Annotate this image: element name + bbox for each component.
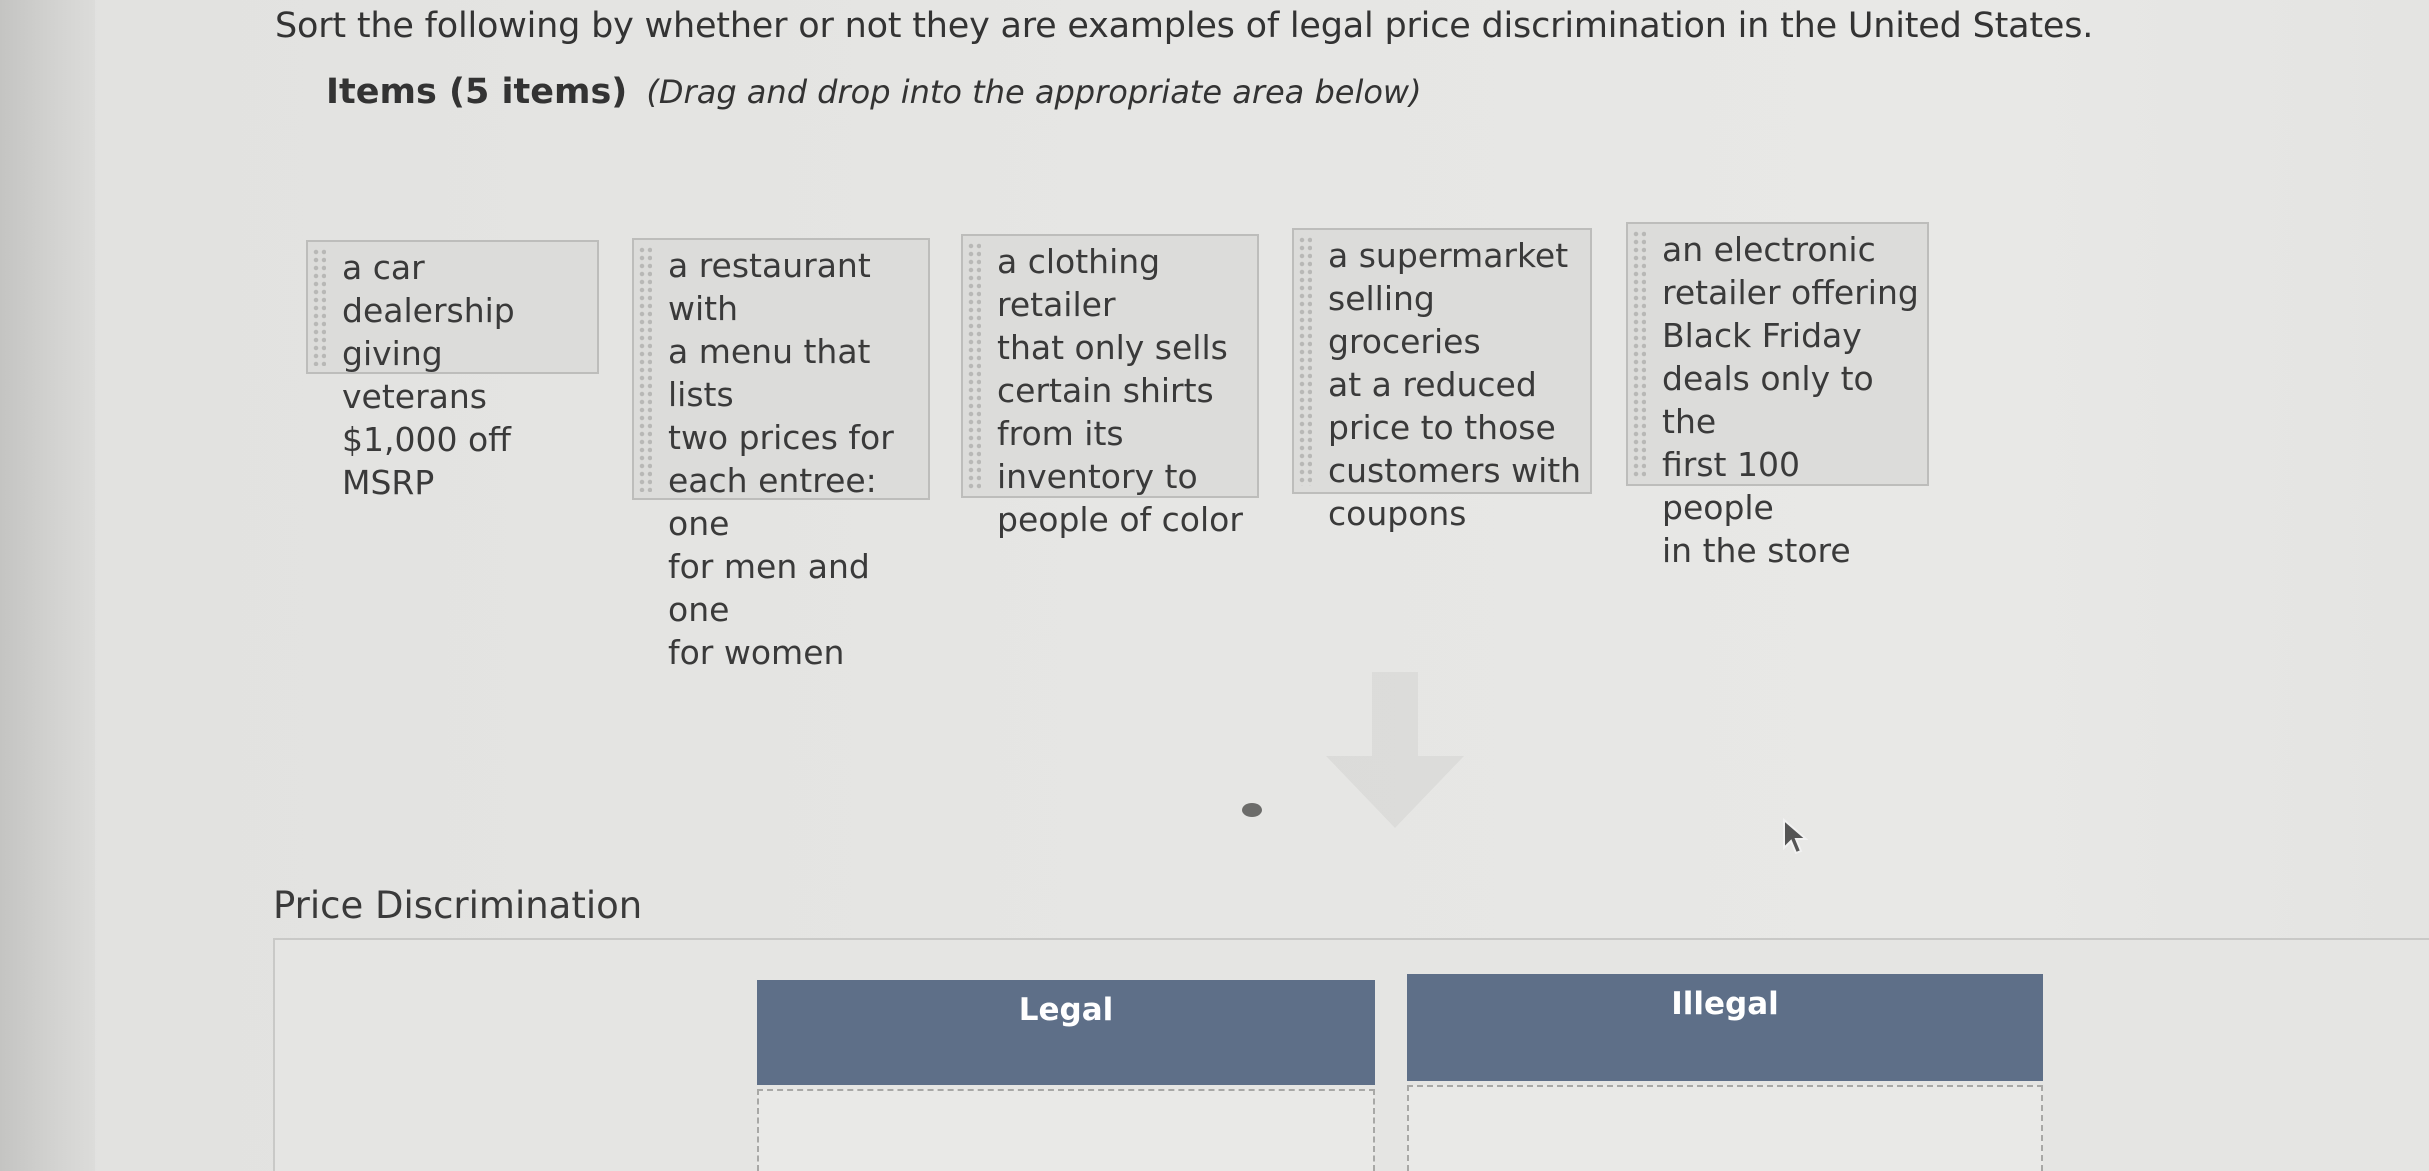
item-card-electronic-retailer[interactable]: an electronic retailer offering Black Fr… bbox=[1626, 222, 1929, 570]
item-card-text: a clothing retailer that only sells cert… bbox=[997, 242, 1243, 539]
drag-handle-icon[interactable] bbox=[638, 246, 652, 492]
arrow-down-icon bbox=[1326, 672, 1464, 828]
bucket-dropzone-illegal[interactable] bbox=[1407, 1085, 2043, 1171]
bucket-header-legal: Legal bbox=[757, 980, 1375, 1085]
item-card-restaurant[interactable]: a restaurant with a menu that lists two … bbox=[632, 238, 930, 672]
drop-section-title: Price Discrimination bbox=[273, 884, 643, 927]
items-count-label: Items (5 items) bbox=[326, 72, 628, 112]
bucket-header-illegal: Illegal bbox=[1407, 974, 2043, 1081]
drag-handle-icon[interactable] bbox=[967, 242, 981, 490]
item-card-text: a supermarket selling groceries at a red… bbox=[1328, 236, 1582, 533]
mouse-cursor-icon bbox=[1783, 818, 1808, 855]
left-margin bbox=[0, 0, 95, 1171]
item-card-text: an electronic retailer offering Black Fr… bbox=[1662, 230, 1919, 570]
bucket-dropzone-legal[interactable] bbox=[757, 1089, 1375, 1171]
item-card-supermarket[interactable]: a supermarket selling groceries at a red… bbox=[1292, 228, 1592, 533]
smudge-mark bbox=[1242, 803, 1262, 817]
items-heading: Items (5 items) (Drag and drop into the … bbox=[326, 72, 1422, 112]
drag-handle-icon[interactable] bbox=[1632, 230, 1646, 478]
item-card-text: a car dealership giving veterans $1,000 … bbox=[342, 248, 515, 502]
item-card-text: a restaurant with a menu that lists two … bbox=[668, 246, 894, 672]
items-instruction: (Drag and drop into the appropriate area… bbox=[646, 73, 1422, 111]
drag-handle-icon[interactable] bbox=[1298, 236, 1312, 486]
item-card-clothing-retailer[interactable]: a clothing retailer that only sells cert… bbox=[961, 234, 1259, 539]
item-card-car-dealership[interactable]: a car dealership giving veterans $1,000 … bbox=[306, 240, 599, 502]
question-text: Sort the following by whether or not the… bbox=[275, 6, 2094, 46]
drag-handle-icon[interactable] bbox=[312, 248, 326, 366]
